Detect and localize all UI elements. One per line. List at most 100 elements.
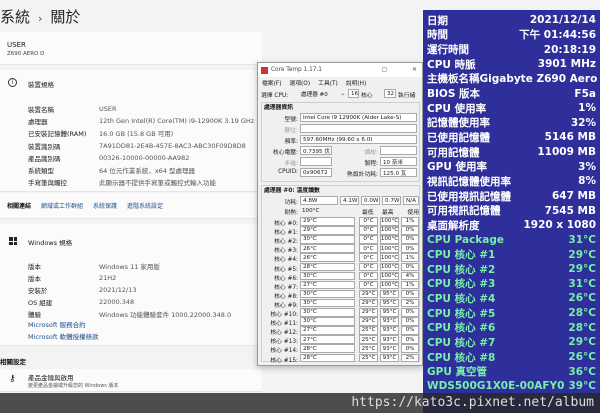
monitor-row: 主機板名稱 Gigabyte Z690 Aero D xyxy=(427,72,600,87)
core-temp: 30°C xyxy=(300,298,355,308)
cpu-select[interactable]: 處理器 #0 ⌄ xyxy=(298,89,348,98)
power-ia: 4.1W xyxy=(340,196,359,205)
core-load: 0% xyxy=(401,262,419,271)
temp-row: CPU 核心 #7 29°C xyxy=(427,335,596,350)
spec-label: 版本 xyxy=(28,275,41,283)
monitor-value: Gigabyte Z690 Aero D xyxy=(479,72,600,85)
temp-label: CPU 核心 #5 xyxy=(427,307,496,320)
monitor-value: 647 MB xyxy=(551,190,596,202)
temp-row: CPU 核心 #2 29°C xyxy=(427,262,596,277)
monitor-row: 可用視訊記憶體 7545 MB xyxy=(427,203,596,218)
mod-value xyxy=(380,146,417,155)
spec-value[interactable]: 64 位元作業系統，x64 型處理器 xyxy=(99,165,195,175)
temp-label: CPU Package xyxy=(427,233,505,246)
lith-value: 10 奈米 xyxy=(380,157,417,166)
spec-value[interactable]: 00326-10000-00000-AA982 xyxy=(99,154,189,162)
link-license-terms[interactable]: Microsoft 軟體授權條款 xyxy=(28,331,99,341)
spec-value[interactable]: 21H2 xyxy=(99,274,116,282)
spec-value[interactable]: USER xyxy=(99,105,117,113)
coretemp-window: Core Temp 1.17.1 ▢ ✕ 檔案(F) 選項(O) 工具(T) 說明(H)… xyxy=(257,62,423,366)
link-protection[interactable]: 系統保護 xyxy=(93,201,117,210)
thread-count-label: 執行緒 xyxy=(398,93,416,99)
temp-row: WDS500G1X0E-00AFY0 39°C xyxy=(427,379,596,394)
core-row: 核心 #6: 30°C 0°C 100°C 4% xyxy=(262,271,421,282)
spec-value[interactable]: Windows 功能體驗套件 1000.22000.348.0 xyxy=(99,309,231,319)
core-temp: 30°C xyxy=(300,308,355,317)
product-key-item[interactable]: ⚷ 產品金鑰與啟用 變更產品金鑰或升級您的 Windows 版本 xyxy=(0,369,262,392)
breadcrumb-system[interactable]: 系統 xyxy=(0,8,30,26)
monitor-label: CPU 時脈 xyxy=(427,58,476,71)
spec-value[interactable]: 12th Gen Intel(R) Core(TM) i9-12900K 3.1… xyxy=(99,117,254,125)
monitor-label: 視訊記憶體使用率 xyxy=(427,175,511,188)
core-temp: 29°C xyxy=(300,226,355,235)
monitor-label: 桌面解析度 xyxy=(427,219,480,232)
monitor-value: 11009 MB xyxy=(537,146,596,159)
menu-item[interactable]: 說明(H) xyxy=(346,78,366,87)
title-bar[interactable]: Core Temp 1.17.1 ▢ ✕ xyxy=(258,63,422,77)
core-max: 100°C xyxy=(380,262,399,271)
rev-label: 步進: xyxy=(284,161,298,167)
device-name: USER xyxy=(7,41,26,49)
link-service-agreement[interactable]: Microsoft 服務合約 xyxy=(28,319,86,329)
monitor-value: F5a xyxy=(574,87,596,100)
core-max: 100°C xyxy=(380,217,399,226)
windows-spec-title[interactable]: Windows 規格 xyxy=(28,237,72,247)
core-load: 0% xyxy=(401,335,419,344)
monitor-row: 桌面解析度 1920 x 1080 xyxy=(427,218,596,233)
monitor-row: 日期 2021/12/14 xyxy=(427,13,596,28)
menu-item[interactable]: 檔案(F) xyxy=(262,78,281,87)
freq-value: 597.60MHz (99.60 x 6.0) xyxy=(300,135,417,144)
spec-value[interactable]: 2021/12/13 xyxy=(99,286,136,294)
close-icon[interactable]: ✕ xyxy=(412,67,417,73)
core-row: 核心 #3: 26°C 0°C 100°C 0% xyxy=(262,244,421,254)
monitor-row: CPU 使用率 1% xyxy=(427,101,596,116)
min-header: 最低 xyxy=(362,210,374,216)
core-max: 100°C xyxy=(380,226,399,235)
related-label: 相關連結 xyxy=(7,203,32,210)
temp-label: GPU 真空管 xyxy=(427,366,487,379)
monitor-label: 時間 xyxy=(427,29,448,42)
maximize-icon[interactable]: ▢ xyxy=(382,67,387,73)
spec-value[interactable]: Windows 11 家用版 xyxy=(99,261,160,271)
chevron-right-icon: › xyxy=(38,12,43,25)
core-min: 0°C xyxy=(359,271,378,281)
freq-label: 頻率: xyxy=(284,139,298,145)
core-load: 0% xyxy=(401,226,419,235)
menu-item[interactable]: 選項(O) xyxy=(289,78,310,87)
spec-value[interactable]: 7A91DD81-2E4B-457E-8AC3-ABC30F09D8D8 xyxy=(99,142,246,150)
core-temp: 27°C xyxy=(300,326,355,335)
spec-row: 裝置識別碼 7A91DD81-2E4B-457E-8AC3-ABC30F09D8D… xyxy=(28,140,246,152)
temp-row: CPU Package 31°C xyxy=(427,233,596,248)
spec-label: 版本 xyxy=(28,263,41,271)
temp-value: 26°C xyxy=(568,292,596,305)
spec-value[interactable]: 16.0 GB (15.8 GB 可用) xyxy=(99,128,173,138)
core-row: 核心 #7: 27°C 0°C 100°C 1% xyxy=(262,280,421,291)
core-load: 0% xyxy=(401,317,419,326)
core-count-label: 核心 xyxy=(361,93,373,99)
core-row: 核心 #9: 30°C 29°C 95°C 2% xyxy=(262,298,421,309)
spec-value[interactable]: 此顯示器不提供手寫筆或觸控式輸入功能 xyxy=(99,177,216,187)
menu-item[interactable]: 工具(T) xyxy=(318,78,338,87)
core-load: 2% xyxy=(401,298,419,308)
menu-bar: 檔案(F) 選項(O) 工具(T) 說明(H) xyxy=(258,77,422,88)
spec-value[interactable]: 22000.348 xyxy=(99,298,134,306)
monitor-label: 主機板名稱 xyxy=(427,73,480,86)
device-model: Z690 AERO D xyxy=(7,51,45,57)
link-domain[interactable]: 網域或工作群組 xyxy=(41,201,83,210)
monitor-row: CPU 時脈 3901 MHz xyxy=(427,57,596,72)
monitor-row: GPU 使用率 3% xyxy=(427,159,596,174)
core-row: 核心 #15: 28°C 25°C 93°C 2% xyxy=(262,353,421,364)
related-settings-heading: 相關設定 xyxy=(0,358,26,366)
core-temp: 29°C xyxy=(300,217,355,226)
link-advanced[interactable]: 進階系統設定 xyxy=(127,201,163,210)
spec-label: 處理器 xyxy=(28,118,48,127)
core-max: 100°C xyxy=(380,244,399,253)
monitor-label: 可用記憶體 xyxy=(427,146,480,159)
cpuid-label: CPUID: xyxy=(278,169,298,175)
lith-label: 製程: xyxy=(364,161,378,167)
model-value: Intel Core i9 12900K (Alder Lake-S) xyxy=(300,113,417,122)
platform-label: 腳位: xyxy=(284,128,298,134)
device-spec-title[interactable]: 裝置規格 xyxy=(28,79,54,89)
core-min: 29°C xyxy=(359,298,378,308)
core-row: 核心 #11: 30°C 29°C 93°C 0% xyxy=(262,317,421,327)
